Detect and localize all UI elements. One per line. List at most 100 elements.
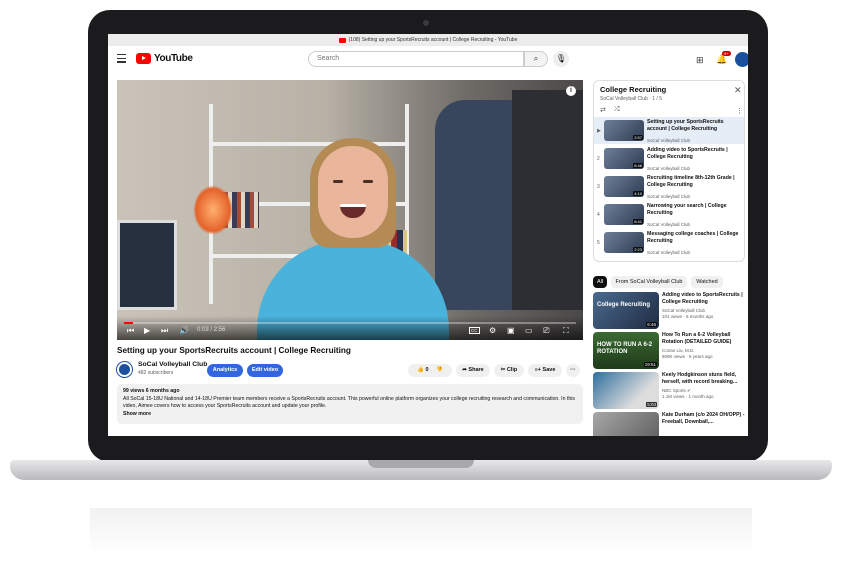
video-thumbnail[interactable]: [593, 412, 659, 436]
browser-tab-title: (108) Setting up your SportsRecruits acc…: [348, 37, 518, 43]
recommended-video-meta: 101 views · 6 months ago: [662, 314, 714, 319]
recommended-video-meta: 809K views · 5 years ago: [662, 354, 713, 359]
like-dislike-button[interactable]: 👍 0 👎: [408, 364, 452, 377]
thumbs-down-icon[interactable]: 👎: [436, 367, 443, 373]
recommended-video-title[interactable]: Kate Durham (c/o 2024 OH/OPP) - Freeball…: [662, 412, 748, 426]
playlist-item-thumbnail[interactable]: 6:41: [604, 204, 644, 225]
webcam: [423, 20, 429, 26]
recommended-video[interactable]: Kate Durham (c/o 2024 OH/OPP) - Freeball…: [593, 412, 748, 436]
play-icon[interactable]: ▶: [144, 326, 150, 336]
video-title: Setting up your SportsRecruits account |…: [117, 346, 351, 355]
playlist-item-title[interactable]: Adding video to SportsRecruits | College…: [647, 147, 743, 161]
save-button[interactable]: ≡+ Save: [528, 364, 562, 377]
duration-badge: 5:03: [646, 402, 657, 407]
clip-label: Clip: [506, 367, 518, 373]
thumbnail-text: College Recruiting: [597, 302, 651, 308]
progress-bar[interactable]: [124, 322, 576, 324]
playlist-item-title[interactable]: Setting up your SportsRecruits account |…: [647, 119, 743, 133]
menu-icon[interactable]: [117, 54, 126, 65]
recommended-video-title[interactable]: How To Run a 6-2 Volleyball Rotation (DE…: [662, 332, 748, 346]
thumbnail-text: HOW TO RUN A 6-2 ROTATION: [597, 342, 653, 355]
duration-badge: 19:51: [643, 362, 657, 367]
video-player[interactable]: i ⏮ ▶ ⏭ 🔊 0:03 / 2:56 CC ⚙ ▣ ▭ ⎚ ⛶: [117, 80, 583, 340]
close-icon[interactable]: ✕: [734, 85, 742, 96]
recommended-video-title[interactable]: Keely Hodgkinson stuns field, herself, w…: [662, 372, 748, 386]
playlist-item-thumbnail[interactable]: 2:57: [604, 120, 644, 141]
thumbs-up-icon[interactable]: 👍: [417, 367, 424, 373]
more-actions-button[interactable]: ···: [566, 364, 580, 377]
recommended-video[interactable]: HOW TO RUN A 6-2 ROTATION 19:51 How To Run…: [593, 332, 748, 370]
playlist-item-thumbnail[interactable]: 6:46: [604, 148, 644, 169]
presenter-eye: [333, 180, 343, 183]
channel-avatar[interactable]: [117, 362, 132, 377]
add-to-playlist-icon: ≡+: [534, 367, 542, 373]
captions-icon[interactable]: CC: [469, 327, 480, 334]
show-more-link[interactable]: Show more: [123, 411, 151, 417]
playlist-title[interactable]: College Recruiting: [600, 85, 666, 94]
playlist-item-title[interactable]: Messaging college coaches | College Recr…: [647, 231, 743, 245]
clip-button[interactable]: ✂ Clip: [494, 364, 524, 377]
chip-from-channel[interactable]: From SoCal Volleyball Club: [611, 276, 687, 288]
cast-icon[interactable]: ⎚: [543, 326, 549, 336]
analytics-button[interactable]: Analytics: [207, 364, 243, 377]
youtube-favicon-icon: [338, 37, 346, 43]
lamp: [193, 185, 233, 235]
duration-badge: 6:41: [633, 219, 643, 224]
playlist-item-thumbnail[interactable]: 2:23: [604, 232, 644, 253]
recommended-video[interactable]: College Recruiting 6:46 Adding video to Sp…: [593, 292, 748, 330]
playlist-item-title[interactable]: Narrowing your search | College Recruiti…: [647, 203, 743, 217]
next-icon[interactable]: ⏭: [161, 326, 168, 336]
playlist-panel: College Recruiting SoCal Volleyball Club…: [593, 80, 745, 262]
video-thumbnail[interactable]: College Recruiting 6:46: [593, 292, 659, 329]
info-icon[interactable]: i: [566, 86, 576, 96]
previous-icon[interactable]: ⏮: [127, 326, 134, 336]
fullscreen-icon[interactable]: ⛶: [563, 326, 569, 336]
video-thumbnail[interactable]: 5:03: [593, 372, 659, 409]
playlist-item[interactable]: 3 4:10 Recruiting timeline 8th-12th Grade …: [594, 173, 744, 200]
playlist-item[interactable]: 2 6:46 Adding video to SportsRecruits | Co…: [594, 145, 744, 172]
account-avatar[interactable]: [735, 52, 748, 67]
edit-video-button[interactable]: Edit video: [247, 364, 283, 377]
duration-badge: 4:10: [633, 191, 643, 196]
playlist-item[interactable]: 4 6:41 Narrowing your search | College Rec…: [594, 201, 744, 228]
presenter-face: [318, 146, 388, 238]
recommended-video-meta: 1.1M views · 1 month ago: [662, 394, 714, 399]
miniplayer-icon[interactable]: ▣: [507, 326, 515, 336]
duration-badge: 2:23: [633, 247, 643, 252]
chip-watched[interactable]: Watched: [691, 276, 723, 288]
playlist-item-title[interactable]: Recruiting timeline 8th-12th Grade | Col…: [647, 175, 743, 189]
theater-icon[interactable]: ▭: [525, 326, 533, 336]
duration-badge: 6:46: [633, 163, 643, 168]
shuffle-icon[interactable]: ⤮: [614, 106, 620, 114]
video-thumbnail[interactable]: HOW TO RUN A 6-2 ROTATION 19:51: [593, 332, 659, 369]
search-icon[interactable]: ⌕: [524, 51, 548, 67]
recommended-video-title[interactable]: Adding video to SportsRecruits | College…: [662, 292, 748, 306]
time-display: 0:03 / 2:56: [197, 327, 226, 333]
microphone-icon[interactable]: 🎙: [553, 51, 569, 67]
playlist-item-index: 4: [597, 212, 600, 218]
laptop-mockup: (108) Setting up your SportsRecruits acc…: [0, 0, 841, 562]
playlist-item[interactable]: ▶ 2:57 Setting up your SportsRecruits acco…: [594, 117, 744, 144]
channel-name[interactable]: SoCal Volleyball Club: [138, 361, 207, 368]
chip-all[interactable]: All: [593, 276, 607, 288]
search-input[interactable]: Search: [308, 51, 524, 67]
share-button[interactable]: ➦ Share: [456, 364, 490, 377]
youtube-logo[interactable]: YouTube: [136, 53, 193, 64]
playlist-item-thumbnail[interactable]: 4:10: [604, 176, 644, 197]
description-box[interactable]: 99 views 6 months ago All SoCal 15-18U N…: [117, 384, 583, 424]
browser-tab-bar[interactable]: (108) Setting up your SportsRecruits acc…: [108, 34, 748, 46]
loop-icon[interactable]: ⇄: [600, 106, 606, 114]
notifications-badge: 9+: [722, 51, 731, 56]
duration-badge: 2:57: [633, 135, 643, 140]
duration-badge: 6:46: [646, 322, 657, 327]
volume-icon[interactable]: 🔊: [179, 326, 189, 336]
like-count: 0: [425, 367, 429, 373]
playlist-item-channel: SoCal Volleyball Club: [647, 166, 691, 171]
playlist-item[interactable]: 5 2:23 Messaging college coaches | College…: [594, 229, 744, 256]
more-vert-icon[interactable]: ⋮: [736, 107, 743, 115]
recommended-video[interactable]: 5:03 Keely Hodgkinson stuns field, hersel…: [593, 372, 748, 410]
subscriber-count: 482 subscribers: [138, 370, 174, 376]
create-video-icon[interactable]: ⊞: [696, 55, 704, 66]
save-label: Save: [542, 367, 556, 373]
settings-gear-icon[interactable]: ⚙: [489, 326, 496, 336]
